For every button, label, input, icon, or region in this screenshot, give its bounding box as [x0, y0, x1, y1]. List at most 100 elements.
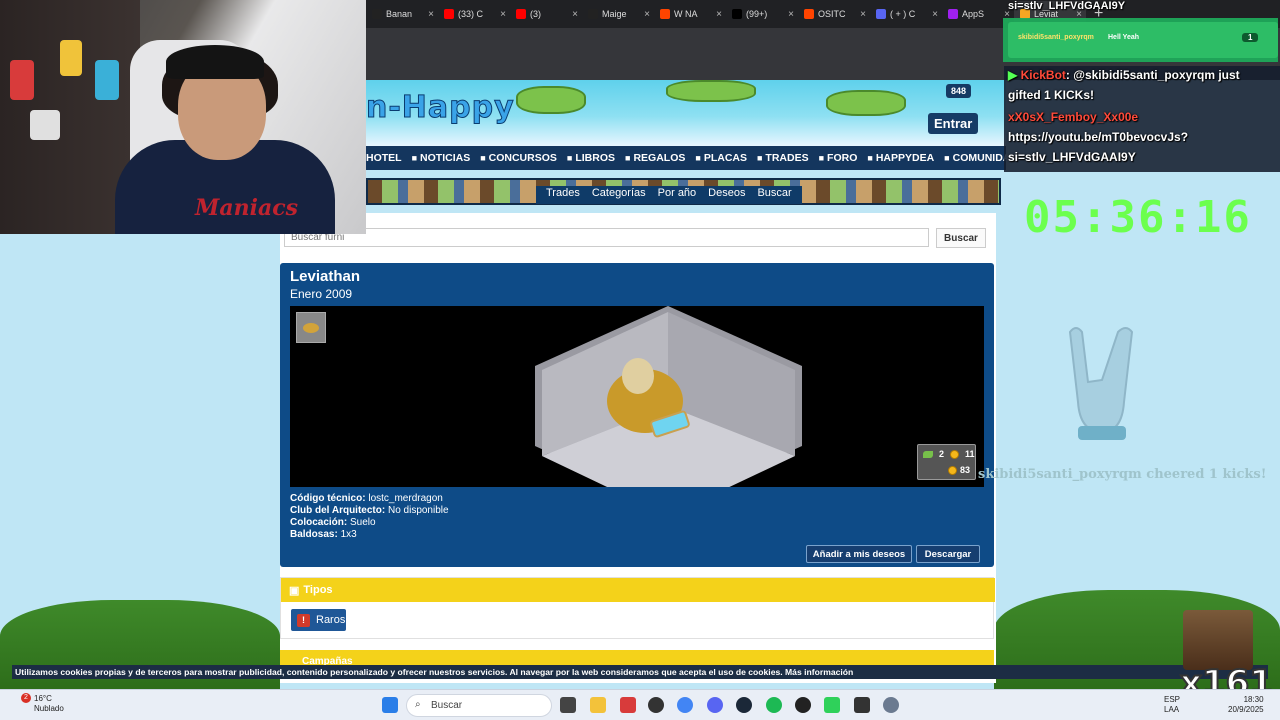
close-tab-icon[interactable]: × [788, 9, 794, 20]
nav-item[interactable]: ■ FORO [819, 152, 858, 164]
app-heart-icon[interactable] [854, 697, 870, 713]
island-decoration [666, 80, 756, 102]
windows-start-icon[interactable] [382, 697, 398, 713]
toy-figure [30, 110, 60, 140]
chrome-icon[interactable] [677, 697, 693, 713]
browser-tab[interactable]: W NA × [654, 1, 726, 27]
add-to-wishlist-button[interactable]: Añadir a mis deseos [806, 545, 912, 563]
price-pixels: 2 [939, 449, 945, 459]
obs-icon[interactable] [648, 697, 664, 713]
taskbar-search-placeholder: Buscar [431, 700, 463, 711]
tab-label: OSITC [818, 9, 846, 19]
nav-icon: ■ [480, 153, 486, 163]
room-render [535, 306, 802, 487]
browser-tab[interactable]: (99+) × [726, 1, 798, 27]
task-view-icon[interactable] [560, 697, 576, 713]
nav-icon: ■ [695, 153, 701, 163]
site-logo[interactable]: n-Happy [366, 90, 515, 126]
credit-icon [950, 449, 960, 459]
alert-count: 1 [1242, 33, 1259, 42]
nav-item[interactable]: ■ TRADES [757, 152, 809, 164]
webcam-overlay: Maniacs [0, 0, 366, 234]
nav-item[interactable]: ■ PLACAS [695, 152, 747, 164]
file-explorer-icon[interactable] [590, 697, 606, 713]
chat-top-line: si=stlv_LHFVdGAAI9Y [1008, 0, 1126, 12]
nav-label: TRADES [765, 152, 809, 164]
app-dark-icon[interactable] [795, 697, 811, 713]
nav-icon: ■ [411, 153, 418, 163]
furni-card: Leviathan Enero 2009 2 11 83 Código técn… [280, 263, 994, 567]
close-tab-icon[interactable]: × [644, 9, 650, 20]
chat-text: : @skibidi5santi_poxyrqm just [1065, 68, 1240, 82]
browser-tab[interactable]: ( + ) C × [870, 1, 942, 27]
tag-icon: ▣ [289, 584, 300, 597]
toy-figure [60, 40, 82, 76]
settings-icon[interactable] [883, 697, 899, 713]
search-button[interactable]: Buscar [936, 228, 986, 248]
discord-icon[interactable] [707, 697, 723, 713]
close-tab-icon[interactable]: × [716, 9, 722, 20]
tab-favicon-icon [948, 9, 958, 19]
close-tab-icon[interactable]: × [428, 9, 434, 20]
tab-favicon-icon [588, 9, 598, 19]
kick-icon: ▶ [1008, 68, 1018, 82]
raros-label: Raros [316, 614, 346, 626]
tab-favicon-icon [804, 9, 814, 19]
nav-icon: ■ [818, 153, 825, 163]
clock[interactable]: 18:30 20/9/2025 [1228, 695, 1264, 715]
chat-user: KickBot [1020, 68, 1066, 82]
browser-tab[interactable]: OSITC × [798, 1, 870, 27]
spotify-icon[interactable] [766, 697, 782, 713]
nav-icon: ■ [566, 153, 573, 163]
language-indicator[interactable]: ESP LAA [1164, 695, 1180, 715]
nav-item[interactable]: HOTEL [366, 152, 402, 164]
steam-icon[interactable] [736, 697, 752, 713]
tiles-value: 1x3 [340, 529, 357, 540]
browser-tab[interactable]: Banan × [366, 1, 438, 27]
furni-icon-thumbnail[interactable] [296, 312, 326, 343]
nav-item[interactable]: ■ LIBROS [567, 152, 615, 164]
nav-item[interactable]: ■ HAPPYDEA [867, 152, 934, 164]
subnav-item[interactable]: Buscar [751, 186, 797, 204]
browser-tab[interactable]: (3) × [510, 1, 582, 27]
toy-figure [95, 60, 119, 100]
taskbar: 2 16°C Nublado ⌕ Buscar ESP LAA 18:30 20… [0, 689, 1280, 720]
close-tab-icon[interactable]: × [860, 9, 866, 20]
cheer-alert: skibidi5santi_poxyrqm cheered 1 kicks! [978, 467, 1267, 482]
subnav-item[interactable]: Deseos [702, 186, 751, 204]
tab-label: (99+) [746, 9, 768, 19]
tab-favicon-icon [372, 9, 382, 19]
tab-favicon-icon [732, 9, 742, 19]
tab-label: ( + ) C [890, 9, 916, 19]
entrar-button[interactable]: Entrar [928, 113, 979, 134]
alert-user: skibidi5santi_poxyrqm [1018, 34, 1094, 41]
notification-badge: 2 [21, 693, 31, 703]
nav-item[interactable]: ■ CONCURSOS [480, 152, 557, 164]
subnav-item[interactable]: Categorías [586, 186, 652, 204]
chat-line-3: xX0sX_Femboy_Xx00e [1008, 110, 1139, 124]
cookie-banner[interactable]: Utilizamos cookies propias y de terceros… [12, 665, 1268, 679]
download-button[interactable]: Descargar [916, 545, 980, 563]
close-tab-icon[interactable]: × [572, 9, 578, 20]
browser-tab[interactable]: Maige × [582, 1, 654, 27]
nav-icon: ■ [944, 153, 950, 163]
close-tab-icon[interactable]: × [932, 9, 938, 20]
kick-app-icon[interactable] [824, 697, 840, 713]
nav-item[interactable]: ■ NOTICIAS [412, 152, 471, 164]
exclamation-icon: ! [297, 613, 310, 627]
weather-widget[interactable]: 2 16°C Nublado [14, 693, 64, 714]
subnav-item[interactable]: Trades [540, 186, 586, 204]
raros-tag-button[interactable]: ! Raros [291, 609, 346, 631]
tab-favicon-icon [444, 9, 454, 19]
nav-icon: ■ [625, 153, 631, 163]
nav-label: REGALOS [633, 152, 686, 164]
subnav-item[interactable]: Por año [652, 186, 703, 204]
search-furni-input[interactable] [284, 228, 929, 247]
app-red-icon[interactable] [620, 697, 636, 713]
nav-item[interactable]: ■ REGALOS [625, 152, 685, 164]
stream-timer: 05:36:16 [1024, 192, 1252, 243]
browser-tab[interactable]: (33) C × [438, 1, 510, 27]
taskbar-search[interactable]: ⌕ Buscar [406, 694, 552, 717]
chat-line-4: https://youtu.be/mT0bevocvJs? [1008, 130, 1189, 144]
close-tab-icon[interactable]: × [500, 9, 506, 20]
